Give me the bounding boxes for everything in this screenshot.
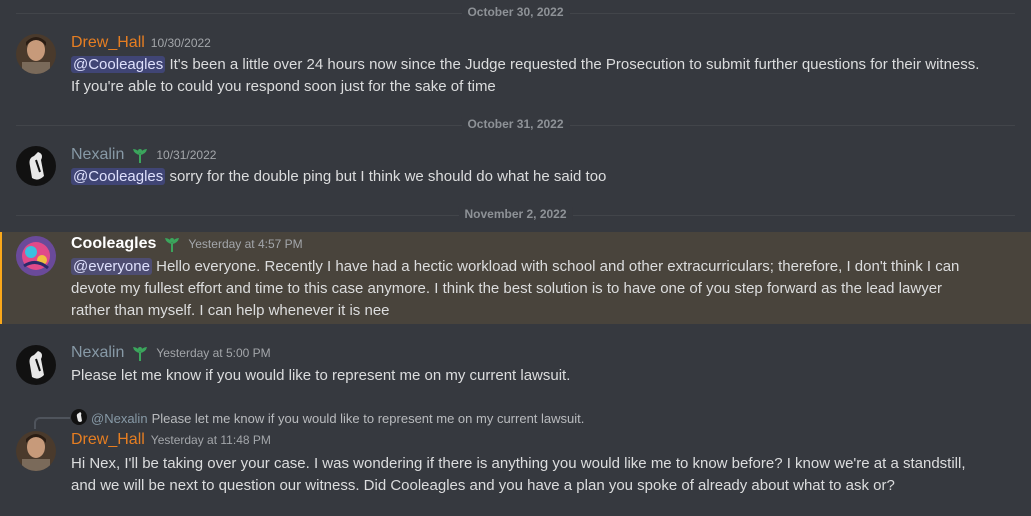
- message-header: Cooleagles Yesterday at 4:57 PM: [71, 235, 303, 253]
- reply-spine: [34, 417, 70, 429]
- user-mention[interactable]: @Cooleagles: [71, 168, 166, 185]
- date-divider: October 31, 2022: [16, 117, 1015, 131]
- message-text: Hi Nex, I'll be taking over your case. I…: [71, 455, 966, 472]
- author-name[interactable]: Cooleagles: [71, 235, 156, 253]
- message-content: @Cooleagles sorry for the double ping bu…: [71, 166, 991, 188]
- message-content: Please let me know if you would like to …: [71, 365, 991, 387]
- message[interactable]: Nexalin Yesterday at 5:00 PM Please let …: [0, 338, 1031, 390]
- message-text: devote my fullest effort and time to thi…: [71, 280, 943, 297]
- nexalin-mini-avatar-icon: [71, 409, 87, 428]
- message[interactable]: Nexalin 10/31/2022 @Cooleagles sorry for…: [0, 140, 1031, 192]
- avatar[interactable]: [16, 431, 56, 471]
- message-text: Hello everyone. Recently I have had a he…: [151, 258, 960, 275]
- author-name[interactable]: Drew_Hall: [71, 34, 145, 52]
- message-content: @everyone Hello everyone. Recently I hav…: [71, 256, 991, 322]
- message-text: If you're able to could you respond soon…: [71, 78, 496, 95]
- reply-preview[interactable]: @Nexalin Please let me know if you would…: [71, 409, 584, 428]
- message-text: and we will be next to question our witn…: [71, 477, 895, 494]
- date-divider-label: October 31, 2022: [461, 117, 570, 131]
- timestamp[interactable]: Yesterday at 4:57 PM: [188, 237, 302, 251]
- avatar[interactable]: [16, 345, 56, 385]
- timestamp[interactable]: Yesterday at 11:48 PM: [151, 433, 271, 447]
- avatar[interactable]: [16, 34, 56, 74]
- message-highlighted[interactable]: Cooleagles Yesterday at 4:57 PM @everyon…: [0, 232, 1031, 324]
- message-reply[interactable]: @Nexalin Please let me know if you would…: [0, 405, 1031, 513]
- message[interactable]: Drew_Hall 10/30/2022 @Cooleagles It's be…: [0, 28, 1031, 100]
- date-divider: November 2, 2022: [16, 207, 1015, 221]
- message-content: @Cooleagles It's been a little over 24 h…: [71, 54, 991, 98]
- message-header: Nexalin Yesterday at 5:00 PM: [71, 344, 271, 362]
- avatar[interactable]: [16, 236, 56, 276]
- reply-author[interactable]: @Nexalin: [91, 411, 148, 426]
- author-name[interactable]: Nexalin: [71, 344, 124, 362]
- author-name[interactable]: Drew_Hall: [71, 431, 145, 449]
- message-header: Drew_Hall 10/30/2022: [71, 34, 211, 52]
- message-content: Hi Nex, I'll be taking over your case. I…: [71, 453, 991, 497]
- message-text: sorry for the double ping but I think we…: [165, 168, 607, 185]
- everyone-mention[interactable]: @everyone: [71, 258, 152, 275]
- timestamp[interactable]: 10/30/2022: [151, 36, 211, 50]
- message-header: Nexalin 10/31/2022: [71, 146, 216, 164]
- user-mention[interactable]: @Cooleagles: [71, 56, 166, 73]
- timestamp[interactable]: Yesterday at 5:00 PM: [156, 346, 270, 360]
- message-text: rather than myself. I can help whenever …: [71, 302, 390, 319]
- message-text: It's been a little over 24 hours now sin…: [165, 56, 980, 73]
- timestamp[interactable]: 10/31/2022: [156, 148, 216, 162]
- sprout-badge-icon[interactable]: [162, 235, 182, 253]
- date-divider: October 30, 2022: [16, 5, 1015, 19]
- avatar[interactable]: [16, 146, 56, 186]
- message-header: Drew_Hall Yesterday at 11:48 PM: [71, 431, 271, 449]
- reply-text[interactable]: Please let me know if you would like to …: [152, 411, 585, 426]
- sprout-badge-icon[interactable]: [130, 344, 150, 362]
- message-text: Please let me know if you would like to …: [71, 367, 571, 384]
- date-divider-label: November 2, 2022: [458, 207, 573, 221]
- date-divider-label: October 30, 2022: [461, 5, 570, 19]
- author-name[interactable]: Nexalin: [71, 146, 124, 164]
- sprout-badge-icon[interactable]: [130, 146, 150, 164]
